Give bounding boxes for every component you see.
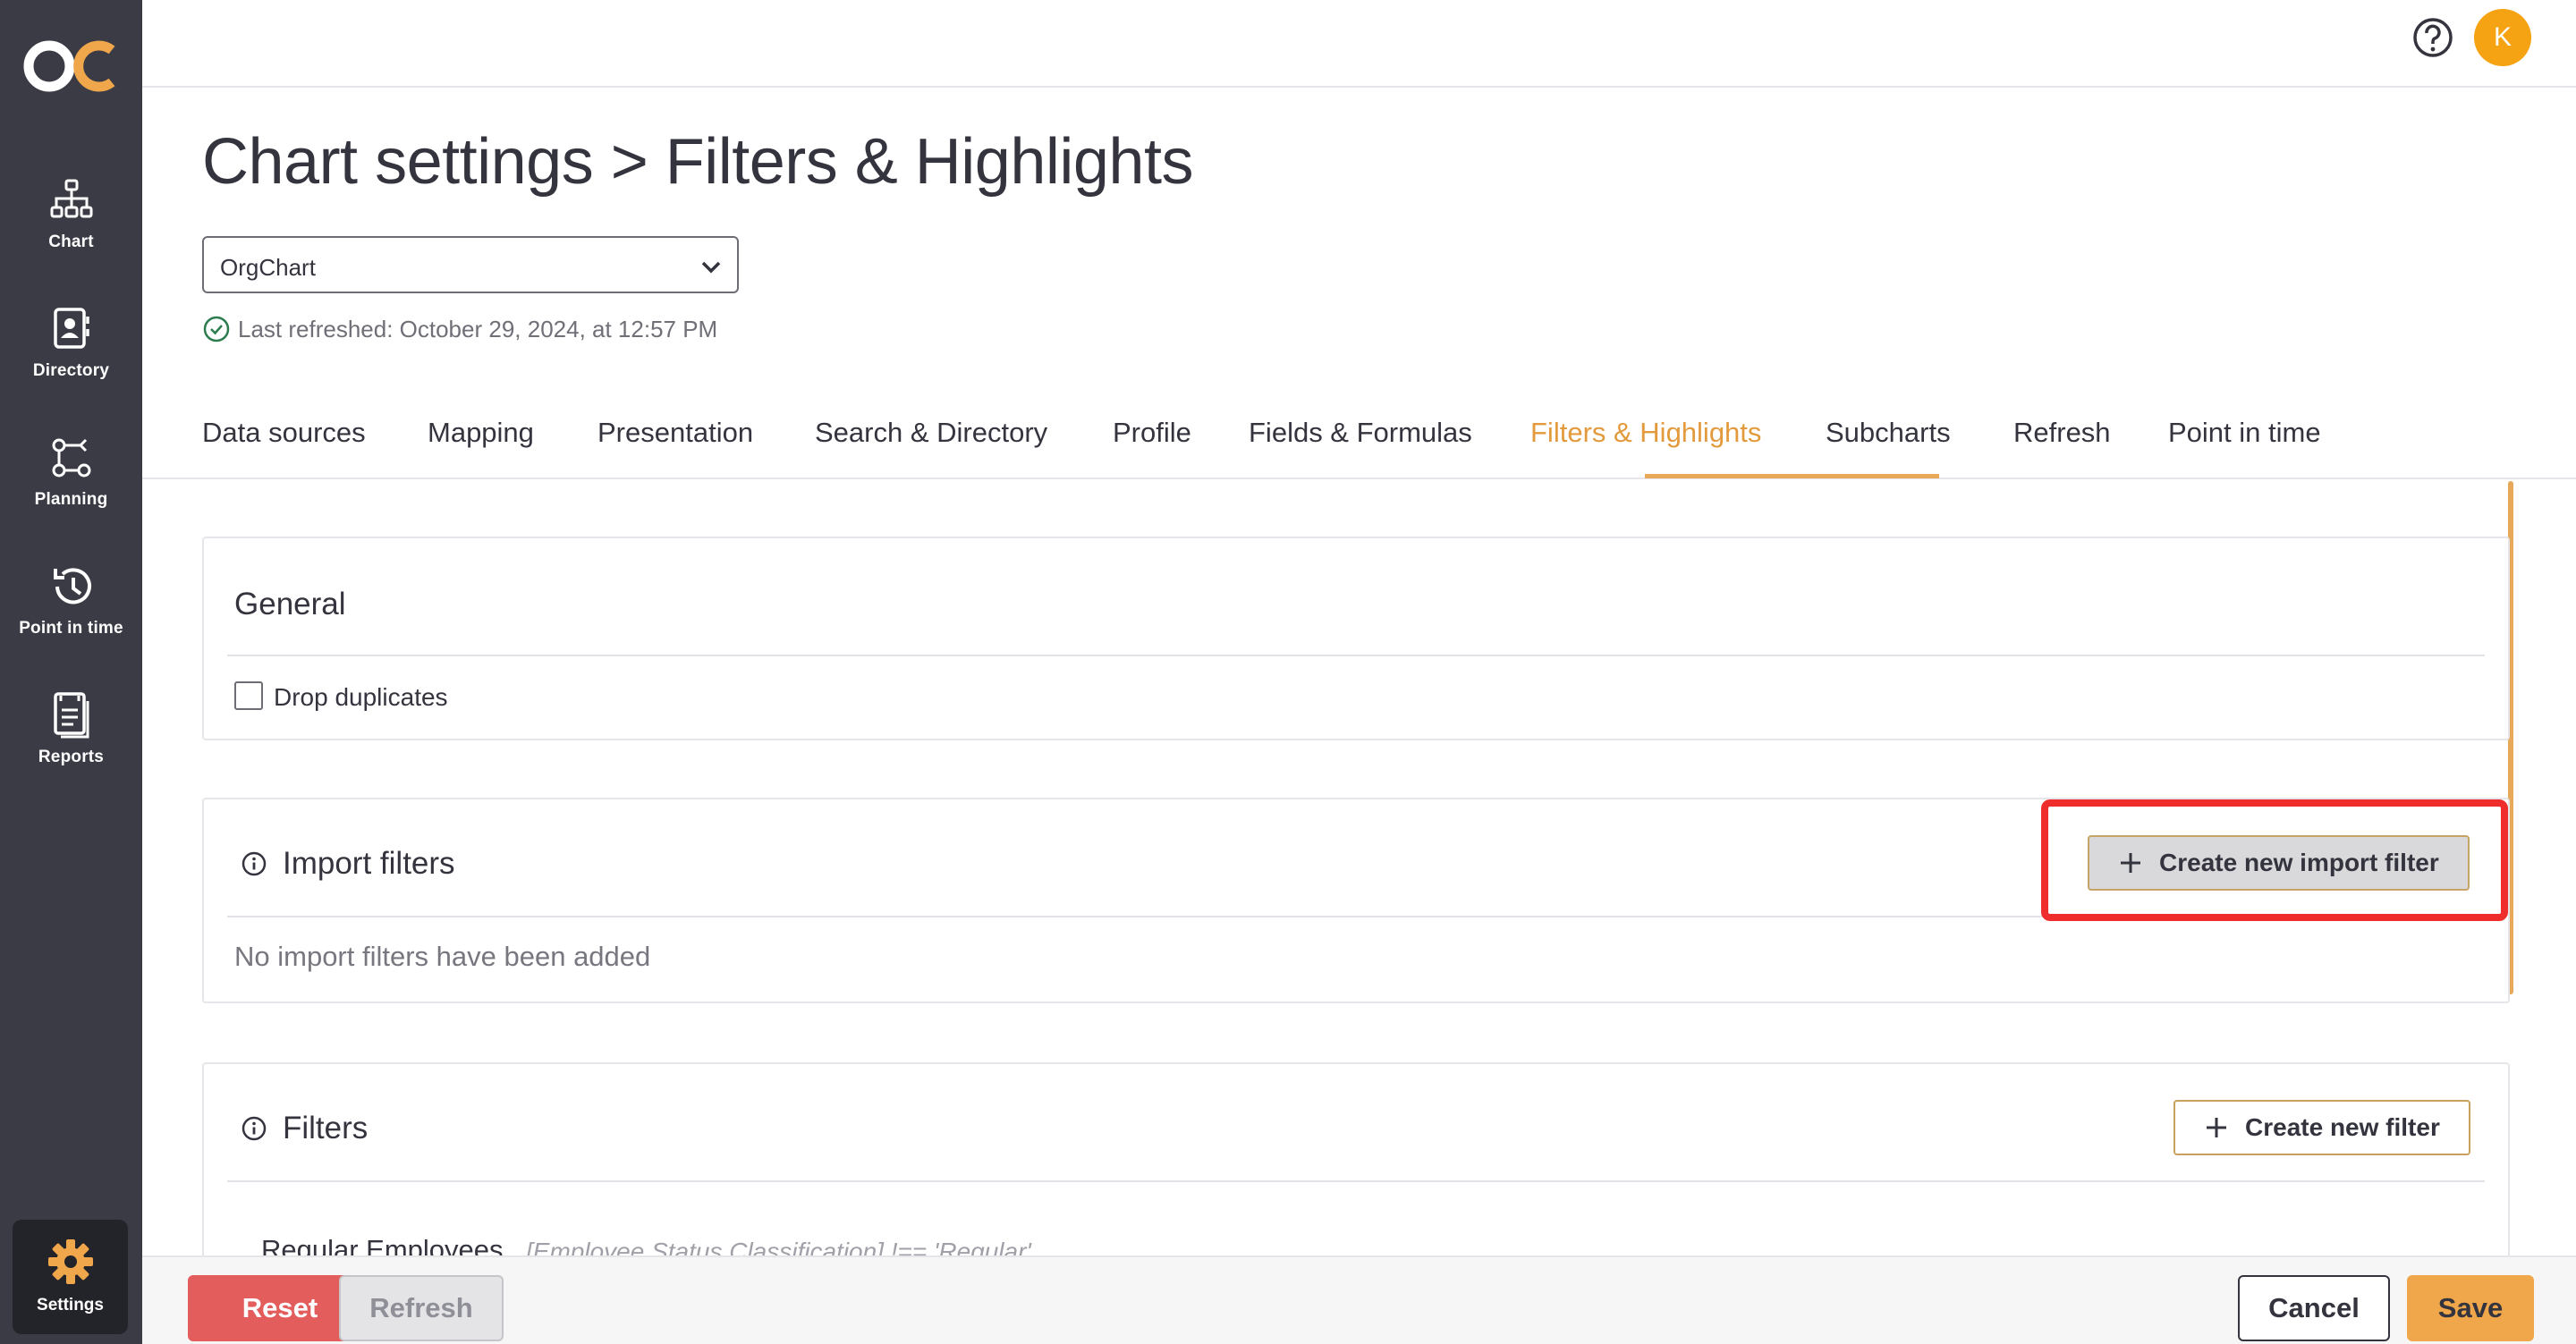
sidebar-item-label: Point in time	[19, 619, 123, 638]
general-title: General	[234, 587, 346, 621]
gear-icon	[47, 1239, 93, 1284]
orgchart-logo[interactable]	[22, 36, 121, 97]
tab-refresh[interactable]: Refresh	[2013, 417, 2111, 449]
check-circle-icon	[203, 316, 230, 342]
sidebar-item-label: Planning	[34, 490, 108, 509]
sidebar-item-planning[interactable]: Planning	[0, 433, 142, 540]
create-filter-button[interactable]: Create new filter	[2174, 1100, 2470, 1155]
sidebar-item-point-in-time[interactable]: Point in time	[0, 562, 142, 669]
sidebar-item-settings[interactable]: Settings	[13, 1220, 128, 1334]
avatar[interactable]: K	[2474, 9, 2531, 66]
highlight-box	[2041, 799, 2508, 921]
tab-presentation[interactable]: Presentation	[597, 417, 753, 449]
chart-select-value: OrgChart	[220, 254, 316, 281]
sidebar-item-label: Reports	[38, 748, 105, 766]
top-bar	[142, 0, 2576, 88]
general-card: General Drop duplicates	[202, 537, 2510, 740]
help-icon[interactable]	[2411, 16, 2454, 59]
cancel-button[interactable]: Cancel	[2238, 1275, 2390, 1341]
tab-subcharts[interactable]: Subcharts	[1826, 417, 1951, 449]
drop-duplicates-checkbox[interactable]	[234, 681, 263, 710]
sidebar-item-chart[interactable]: Chart	[0, 175, 142, 283]
planning-icon	[52, 438, 90, 478]
tab-mapping[interactable]: Mapping	[428, 417, 534, 449]
sidebar-item-directory[interactable]: Directory	[0, 304, 142, 411]
org-chart-icon	[50, 179, 92, 218]
plus-icon	[2207, 1118, 2226, 1137]
directory-icon	[53, 308, 89, 349]
info-icon[interactable]	[240, 1114, 268, 1143]
divider	[227, 1180, 2485, 1182]
refresh-button[interactable]: Refresh	[339, 1275, 504, 1341]
tab-point-in-time[interactable]: Point in time	[2168, 417, 2321, 449]
history-icon	[53, 568, 91, 604]
sidebar-item-reports[interactable]: Reports	[0, 690, 142, 798]
sidebar-item-label: Chart	[48, 232, 94, 251]
create-filter-label: Create new filter	[2245, 1113, 2440, 1141]
tab-profile[interactable]: Profile	[1113, 417, 1191, 449]
sidebar-item-label: Directory	[32, 361, 110, 380]
tab-fields-formulas[interactable]: Fields & Formulas	[1249, 417, 1472, 449]
page-title: Chart settings > Filters & Highlights	[202, 126, 1193, 198]
save-button[interactable]: Save	[2407, 1275, 2534, 1341]
sidebar-item-label: Settings	[37, 1296, 104, 1314]
drop-duplicates-label[interactable]: Drop duplicates	[274, 683, 448, 712]
tab-data-sources[interactable]: Data sources	[202, 417, 366, 449]
divider	[227, 655, 2485, 656]
import-filters-empty-text: No import filters have been added	[234, 941, 651, 972]
tab-filters-highlights[interactable]: Filters & Highlights	[1530, 417, 1761, 449]
filters-title: Filters	[283, 1111, 369, 1145]
chart-select[interactable]: OrgChart	[202, 236, 739, 293]
reports-icon	[53, 692, 89, 739]
last-refreshed: Last refreshed: October 29, 2024, at 12:…	[202, 315, 717, 343]
settings-tabs: Data sources Mapping Presentation Search…	[142, 393, 2576, 479]
last-refreshed-text: Last refreshed: October 29, 2024, at 12:…	[238, 316, 718, 342]
tab-search-directory[interactable]: Search & Directory	[815, 417, 1047, 449]
import-filters-title: Import filters	[283, 846, 455, 881]
sidebar: Chart Directory Planning Point in time R…	[0, 0, 142, 1344]
chevron-down-icon	[701, 261, 721, 274]
footer-bar: Reset Refresh Cancel Save	[142, 1255, 2576, 1344]
info-icon[interactable]	[240, 850, 268, 878]
active-tab-indicator	[1645, 474, 1939, 478]
